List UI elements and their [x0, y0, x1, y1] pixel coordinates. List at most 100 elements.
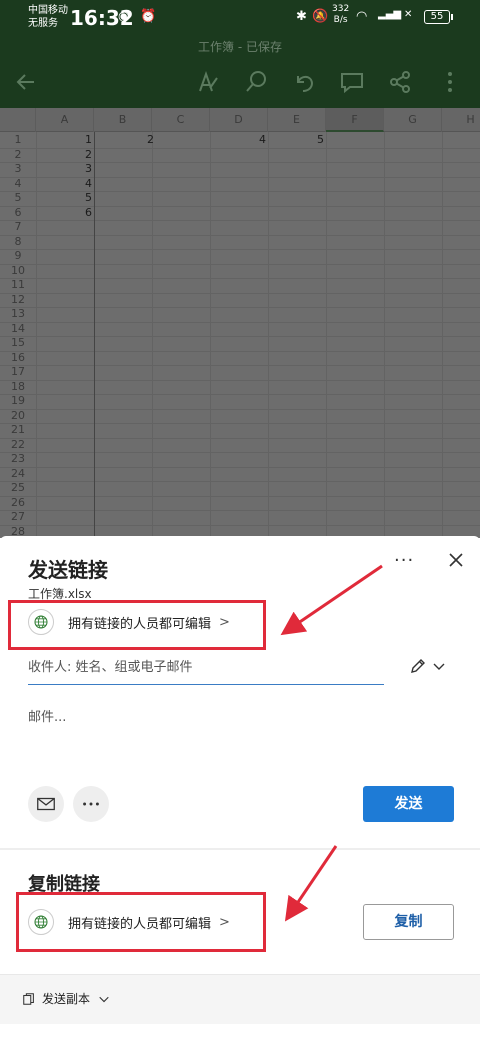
- column-header[interactable]: C: [152, 108, 210, 132]
- row-header[interactable]: 16: [0, 351, 36, 366]
- row-header[interactable]: 2: [0, 148, 36, 163]
- pencil-icon[interactable]: [408, 656, 428, 676]
- grid-line: [0, 379, 480, 381]
- recipients-placeholder: 收件人: 姓名、组或电子邮件: [28, 660, 193, 675]
- grid-line: [0, 234, 480, 236]
- row-header[interactable]: 10: [0, 264, 36, 279]
- alarm-icon: ⏰: [140, 9, 157, 24]
- row-header[interactable]: 17: [0, 365, 36, 380]
- row-header[interactable]: 6: [0, 206, 36, 221]
- mute-icon: 🔕: [312, 9, 329, 24]
- comment-icon[interactable]: [334, 64, 370, 100]
- row-header[interactable]: 24: [0, 467, 36, 482]
- more-options-icon[interactable]: ···: [394, 550, 414, 571]
- row-header[interactable]: 11: [0, 278, 36, 293]
- email-button[interactable]: [28, 786, 64, 822]
- cell-a2[interactable]: 2: [36, 148, 92, 163]
- highlight-box: [16, 892, 266, 952]
- grid-line: [152, 132, 153, 538]
- more-vertical-icon[interactable]: [432, 64, 468, 100]
- cell-d1[interactable]: 4: [210, 133, 266, 148]
- status-bar: 中国移动 无服务 16:32 ◉ ⏰ ✱ 🔕 332 B/s ◠ ▂▄▆ ✕ 5…: [0, 0, 480, 36]
- column-header[interactable]: E: [268, 108, 326, 132]
- grid-line: [0, 321, 480, 323]
- search-icon[interactable]: [238, 64, 274, 100]
- row-header[interactable]: 7: [0, 220, 36, 235]
- row-header[interactable]: 23: [0, 452, 36, 467]
- row-header[interactable]: 22: [0, 438, 36, 453]
- cell-a3[interactable]: 3: [36, 162, 92, 177]
- grid-line: [0, 524, 480, 526]
- more-share-options-button[interactable]: [73, 786, 109, 822]
- carrier-name: 中国移动: [28, 5, 68, 16]
- column-header-row: A B C D E F G H: [0, 108, 480, 132]
- grid-line: [0, 437, 480, 439]
- net-speed-value: 332: [332, 4, 350, 14]
- grid-line: [384, 132, 385, 538]
- row-header[interactable]: 14: [0, 322, 36, 337]
- service-status: 无服务: [28, 18, 58, 29]
- row-header[interactable]: 9: [0, 249, 36, 264]
- row-header[interactable]: 8: [0, 235, 36, 250]
- grid-line: [0, 365, 480, 366]
- draw-pen-icon[interactable]: [190, 64, 226, 100]
- message-input[interactable]: 邮件...: [28, 706, 66, 725]
- send-button[interactable]: 发送: [363, 786, 454, 822]
- more-horizontal-icon: [83, 802, 99, 806]
- corner-cell[interactable]: [0, 108, 36, 132]
- column-header[interactable]: D: [210, 108, 268, 132]
- grid-line: [0, 466, 480, 468]
- row-header[interactable]: 13: [0, 307, 36, 322]
- grid-line: [0, 263, 480, 265]
- row-header[interactable]: 26: [0, 496, 36, 511]
- cell-a4[interactable]: 4: [36, 177, 92, 192]
- document-title: 工作簿 - 已保存: [198, 40, 282, 54]
- row-header[interactable]: 3: [0, 162, 36, 177]
- send-link-title: 发送链接: [28, 558, 108, 582]
- column-header[interactable]: A: [36, 108, 94, 132]
- row-header[interactable]: 18: [0, 380, 36, 395]
- grid-line: [0, 278, 480, 279]
- row-header[interactable]: 1: [0, 133, 36, 148]
- row-header[interactable]: 21: [0, 423, 36, 438]
- column-header[interactable]: H: [442, 108, 480, 132]
- row-header[interactable]: 15: [0, 336, 36, 351]
- eye-icon: ◉: [118, 9, 130, 24]
- share-icon[interactable]: [382, 64, 418, 100]
- send-copy-button[interactable]: 发送副本: [22, 990, 110, 1007]
- column-header-selected[interactable]: F: [326, 108, 384, 132]
- column-header[interactable]: G: [384, 108, 442, 132]
- row-header[interactable]: 4: [0, 177, 36, 192]
- close-icon[interactable]: [446, 550, 466, 570]
- row-header[interactable]: 12: [0, 293, 36, 308]
- grid-line: [0, 307, 480, 308]
- grid-line: [0, 452, 480, 453]
- highlight-box: [8, 600, 266, 650]
- grid-line: [0, 220, 480, 221]
- carrier-info: 中国移动 无服务: [28, 4, 68, 30]
- cell-b1[interactable]: 2: [94, 133, 154, 148]
- chevron-down-icon[interactable]: [432, 658, 446, 672]
- cell-a1[interactable]: 1: [36, 133, 92, 148]
- send-copy-label: 发送副本: [42, 992, 91, 1006]
- recipients-input[interactable]: 收件人: 姓名、组或电子邮件: [28, 656, 384, 685]
- undo-icon[interactable]: [286, 64, 322, 100]
- back-arrow-icon[interactable]: [8, 64, 44, 100]
- column-header[interactable]: B: [94, 108, 152, 132]
- row-header[interactable]: 19: [0, 394, 36, 409]
- row-header[interactable]: 5: [0, 191, 36, 206]
- row-header[interactable]: 25: [0, 481, 36, 496]
- net-speed: 332 B/s: [332, 4, 349, 26]
- grid-line: [210, 132, 211, 538]
- signal-icon: ▂▄▆: [378, 9, 402, 20]
- cell-a6[interactable]: 6: [36, 206, 92, 221]
- cell-a5[interactable]: 5: [36, 191, 92, 206]
- app-header-region: 中国移动 无服务 16:32 ◉ ⏰ ✱ 🔕 332 B/s ◠ ▂▄▆ ✕ 5…: [0, 0, 480, 108]
- grid-line: [0, 249, 480, 250]
- spreadsheet-grid: A B C D E F G H 1 2 3 4 5 6 7 8 9 10 11 12 13 14 15 16 1…: [0, 108, 480, 538]
- row-header[interactable]: 20: [0, 409, 36, 424]
- cell-e1[interactable]: 5: [268, 133, 324, 148]
- copy-button[interactable]: 复制: [363, 904, 454, 940]
- section-divider: [0, 848, 480, 850]
- row-header[interactable]: 27: [0, 510, 36, 525]
